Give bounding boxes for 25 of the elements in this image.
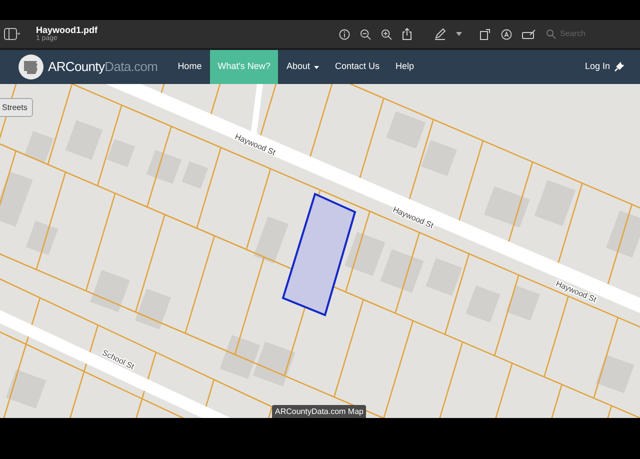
plug-icon <box>614 62 624 72</box>
nav-link[interactable]: Home <box>170 50 210 84</box>
nav-link[interactable]: Contact Us <box>326 50 388 84</box>
site-logo-text[interactable]: ARCountyData.com <box>48 57 158 77</box>
markup-icon[interactable] <box>501 28 512 40</box>
info-icon[interactable] <box>339 28 350 40</box>
nav-link[interactable]: About <box>278 50 327 84</box>
sidebar-icon[interactable] <box>4 28 20 40</box>
login-link[interactable]: Log In <box>584 50 628 84</box>
pen-icon[interactable] <box>434 28 446 40</box>
caret-icon[interactable] <box>456 32 462 36</box>
zoom-in-icon[interactable] <box>381 28 392 40</box>
zoom-out-icon[interactable] <box>360 28 371 40</box>
rotate-icon[interactable] <box>480 28 491 40</box>
search-icon[interactable] <box>546 29 556 39</box>
share-icon[interactable] <box>402 28 412 40</box>
document-title: Haywood1.pdf <box>36 26 98 35</box>
layer-button[interactable]: Streets <box>0 98 34 117</box>
logo-icon <box>18 54 44 80</box>
selected-parcel[interactable] <box>282 192 356 316</box>
map-attribution: ARCountyData.com Map <box>272 405 366 418</box>
caret-icon <box>314 66 319 68</box>
form-icon[interactable] <box>522 28 536 40</box>
nav-link[interactable]: Help <box>388 50 422 84</box>
search-field[interactable]: Search <box>560 28 630 40</box>
